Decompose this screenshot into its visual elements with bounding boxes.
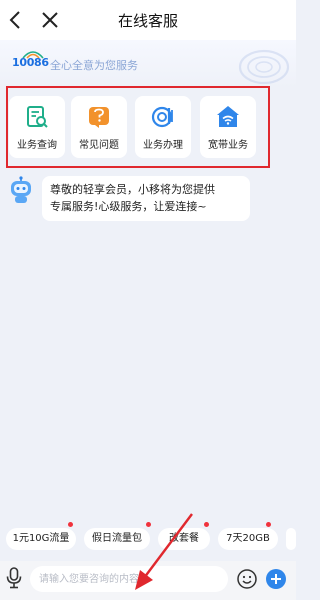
page-title: 在线客服 bbox=[117, 11, 178, 30]
message-line: 专属服务!心级服务，让爱连接~ bbox=[50, 200, 207, 213]
decorative-swirl-icon bbox=[238, 49, 290, 85]
service-label: 业务查询 bbox=[17, 140, 57, 151]
quick-reply-chip[interactable]: 1元10G流量 bbox=[6, 528, 76, 550]
service-handle-button[interactable]: 业务办理 bbox=[135, 96, 191, 158]
close-icon[interactable] bbox=[38, 8, 62, 32]
search-document-icon bbox=[27, 106, 48, 128]
quick-reply-chip[interactable]: 改套餐 bbox=[158, 528, 210, 550]
quick-reply-chip-overflow[interactable] bbox=[286, 528, 296, 550]
message-input[interactable] bbox=[30, 566, 228, 592]
service-label: 业务办理 bbox=[143, 140, 183, 151]
service-label: 宽带业务 bbox=[208, 140, 248, 151]
chevron-left-icon[interactable] bbox=[4, 8, 28, 32]
brand-logo: 10086 bbox=[12, 56, 49, 69]
robot-avatar-icon bbox=[11, 176, 31, 203]
microphone-icon[interactable] bbox=[5, 567, 23, 589]
service-faq-button[interactable]: 常见问题 bbox=[71, 96, 127, 158]
quick-reply-chip[interactable]: 7天20GB bbox=[218, 528, 278, 550]
bot-message-bubble: 尊敬的轻享会员，小移将为您提供 专属服务!心级服务，让爱连接~ bbox=[42, 176, 250, 221]
wifi-home-icon bbox=[217, 106, 239, 127]
service-label: 常见问题 bbox=[79, 140, 119, 151]
service-handle-icon bbox=[151, 106, 173, 128]
broadband-service-button[interactable]: 宽带业务 bbox=[200, 96, 256, 158]
banner-slogan: 全心全意为您服务 bbox=[50, 59, 138, 72]
quick-reply-chip[interactable]: 假日流量包 bbox=[84, 528, 150, 550]
message-line: 尊敬的轻享会员，小移将为您提供 bbox=[50, 183, 215, 196]
notification-dot bbox=[266, 522, 271, 527]
emoji-icon[interactable] bbox=[236, 568, 258, 590]
question-icon bbox=[89, 107, 109, 128]
notification-dot bbox=[146, 522, 151, 527]
service-query-button[interactable]: 业务查询 bbox=[9, 96, 65, 158]
header-bar: 在线客服 bbox=[0, 0, 296, 40]
notification-dot bbox=[68, 522, 73, 527]
add-button[interactable] bbox=[265, 568, 287, 590]
notification-dot bbox=[204, 522, 209, 527]
